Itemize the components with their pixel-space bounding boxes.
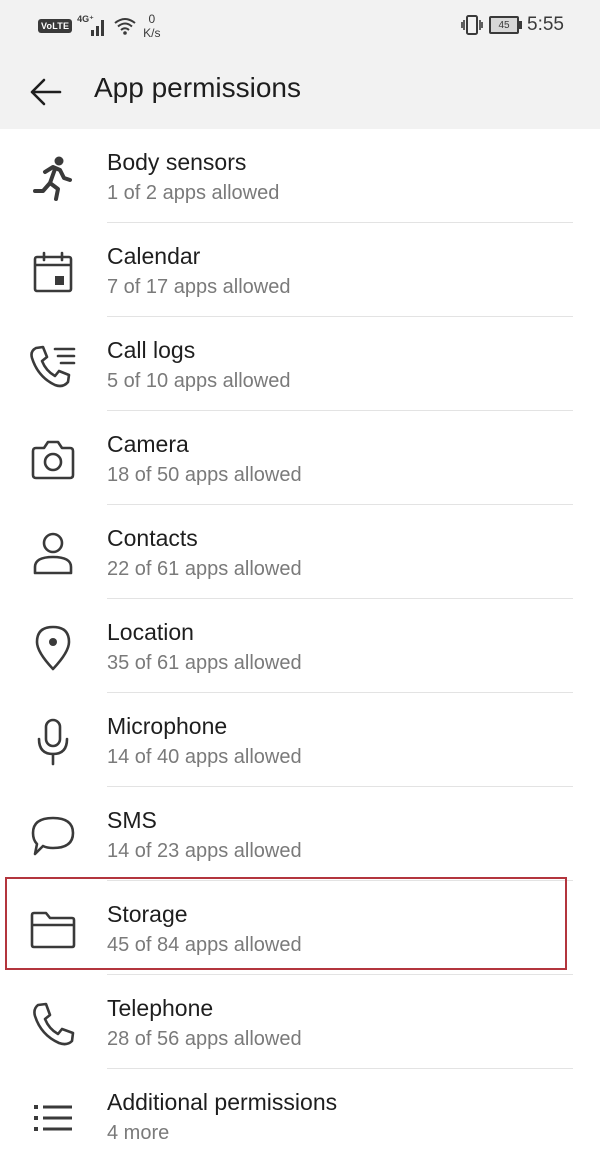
- wifi-icon: [113, 16, 137, 36]
- permission-status: 7 of 17 apps allowed: [107, 276, 291, 298]
- location-icon: [26, 621, 80, 675]
- permission-name: Camera: [107, 431, 189, 457]
- storage-highlight-box: [5, 877, 567, 970]
- permission-status: 28 of 56 apps allowed: [107, 1028, 302, 1050]
- permission-status: 14 of 40 apps allowed: [107, 746, 302, 768]
- camera-icon: [26, 433, 80, 487]
- permission-item-telephone[interactable]: Telephone 28 of 56 apps allowed: [0, 975, 600, 1069]
- permission-name: Contacts: [107, 525, 198, 551]
- permission-name: Call logs: [107, 337, 196, 363]
- vibrate-icon: [461, 15, 483, 35]
- contacts-icon: [26, 527, 80, 581]
- permission-name: Telephone: [107, 995, 214, 1021]
- additional-permissions-icon: [26, 1091, 80, 1145]
- call-logs-icon: [26, 339, 80, 393]
- permission-item-contacts[interactable]: Contacts 22 of 61 apps allowed: [0, 505, 600, 599]
- net-speed: 0 K/s: [143, 12, 161, 40]
- permission-status: 22 of 61 apps allowed: [107, 558, 302, 580]
- permission-item-call-logs[interactable]: Call logs 5 of 10 apps allowed: [0, 317, 600, 411]
- battery-indicator: 45: [489, 16, 523, 34]
- permission-status: 14 of 23 apps allowed: [107, 840, 302, 862]
- clock: 5:55: [527, 14, 564, 35]
- permission-status: 35 of 61 apps allowed: [107, 652, 302, 674]
- permission-item-sms[interactable]: SMS 14 of 23 apps allowed: [0, 787, 600, 881]
- calendar-icon: [26, 245, 80, 299]
- permission-status: 4 more: [107, 1122, 170, 1144]
- permissions-list: Body sensors 1 of 2 apps allowed Calenda…: [0, 129, 600, 1163]
- permission-item-location[interactable]: Location 35 of 61 apps allowed: [0, 599, 600, 693]
- body-sensors-icon: [26, 151, 80, 205]
- signal-icon: 4G⁺: [77, 14, 107, 38]
- microphone-icon: [26, 715, 80, 769]
- permission-name: SMS: [107, 807, 157, 833]
- permission-item-microphone[interactable]: Microphone 14 of 40 apps allowed: [0, 693, 600, 787]
- permission-status: 18 of 50 apps allowed: [107, 464, 302, 486]
- permission-status: 5 of 10 apps allowed: [107, 370, 291, 392]
- permission-name: Calendar: [107, 243, 201, 269]
- back-arrow-icon[interactable]: [28, 74, 64, 110]
- telephone-icon: [26, 997, 80, 1051]
- permission-item-calendar[interactable]: Calendar 7 of 17 apps allowed: [0, 223, 600, 317]
- permission-name: Microphone: [107, 713, 228, 739]
- sms-icon: [26, 809, 80, 863]
- permission-item-body-sensors[interactable]: Body sensors 1 of 2 apps allowed: [0, 129, 600, 223]
- volte-badge: VoLTE: [38, 19, 73, 33]
- app-bar: App permissions: [0, 52, 600, 129]
- permission-item-additional[interactable]: Additional permissions 4 more: [0, 1069, 600, 1163]
- status-bar: VoLTE 4G⁺ 0 K/s 45 5:55: [0, 0, 600, 52]
- page-title: App permissions: [94, 72, 301, 103]
- permission-name: Body sensors: [107, 149, 247, 175]
- permission-item-camera[interactable]: Camera 18 of 50 apps allowed: [0, 411, 600, 505]
- permission-name: Additional permissions: [107, 1089, 338, 1115]
- permission-status: 1 of 2 apps allowed: [107, 182, 280, 204]
- permission-name: Location: [107, 619, 194, 645]
